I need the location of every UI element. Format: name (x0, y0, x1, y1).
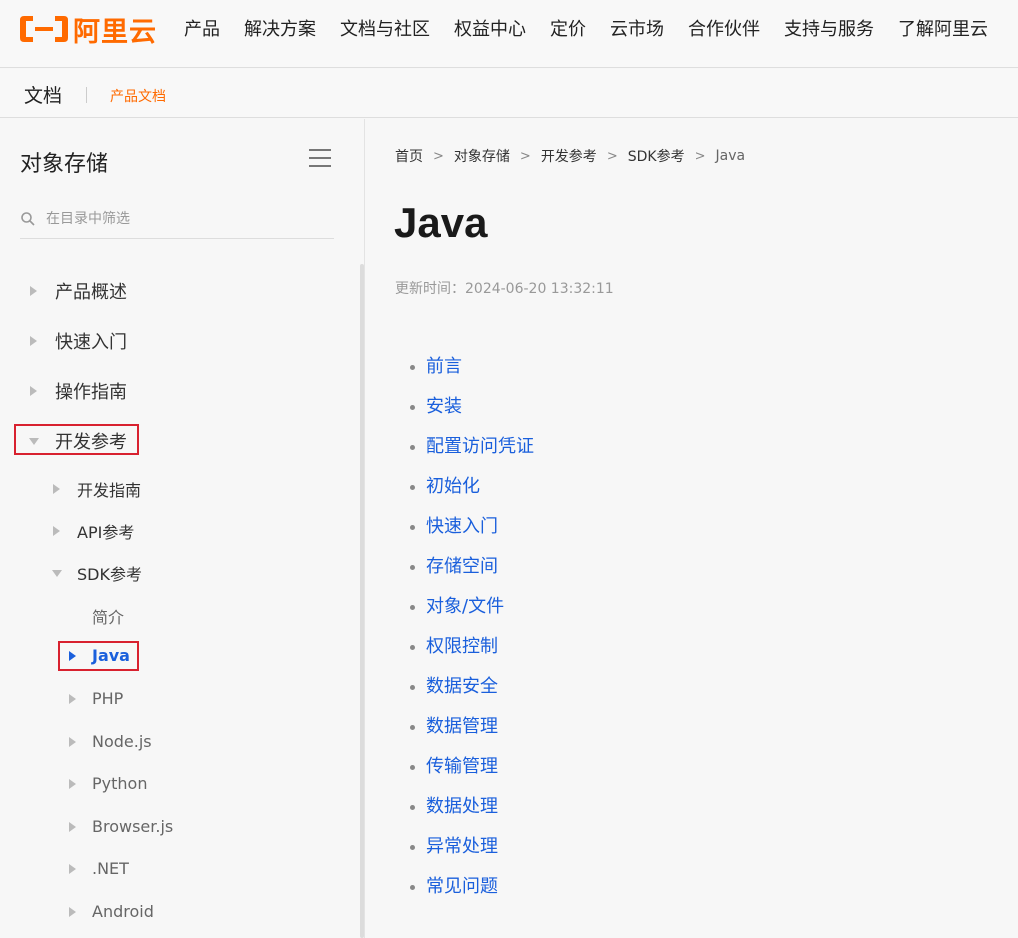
sidebar: 对象存储 产品概述 快速入门 操作指南 开发参考 开发指南 API参考 SDK参… (0, 119, 365, 938)
main-content: 首页 > 对象存储 > 开发参考 > SDK参考 > Java Java 更新时… (366, 119, 1018, 938)
sidebar-item-php[interactable]: PHP (69, 689, 123, 708)
toc-link[interactable]: 配置访问凭证 (410, 429, 534, 469)
aliyun-logo-icon (20, 16, 68, 42)
breadcrumb-dev-reference[interactable]: 开发参考 (541, 146, 597, 166)
breadcrumb-sdk-reference[interactable]: SDK参考 (628, 146, 685, 166)
aliyun-logo[interactable]: 阿里云 (19, 12, 157, 48)
sidebar-item-python[interactable]: Python (69, 774, 147, 793)
chevron-right-icon: > (606, 148, 618, 164)
updated-time: 更新时间：2024-06-20 13:32:11 (395, 281, 614, 297)
table-of-contents: 前言 安装 配置访问凭证 初始化 快速入门 存储空间 对象/文件 权限控制 数据… (410, 349, 534, 909)
sidebar-item-android[interactable]: Android (69, 902, 154, 921)
caret-down-icon (52, 569, 62, 577)
top-navigation: 阿里云 产品 解决方案 文档与社区 权益中心 定价 云市场 合作伙伴 支持与服务… (0, 0, 1018, 68)
sidebar-item-browserjs[interactable]: Browser.js (69, 817, 173, 836)
caret-right-icon (69, 906, 76, 917)
highlight-box (58, 641, 139, 671)
toc-link[interactable]: 异常处理 (410, 829, 534, 869)
sidebar-item-intro[interactable]: 简介 (92, 604, 124, 628)
sidebar-item-label: SDK参考 (77, 565, 142, 584)
sidebar-item-product-overview[interactable]: 产品概述 (30, 278, 127, 304)
sidebar-item-label: 操作指南 (55, 382, 127, 403)
caret-right-icon (30, 286, 37, 296)
docs-subbar: 文档 产品文档 (0, 69, 1018, 118)
toc-link[interactable]: 快速入门 (410, 509, 534, 549)
nav-item-products[interactable]: 产品 (184, 15, 220, 41)
breadcrumb-home[interactable]: 首页 (395, 146, 423, 166)
sidebar-item-nodejs[interactable]: Node.js (69, 732, 152, 751)
sidebar-filter-input[interactable] (46, 209, 326, 229)
hamburger-menu-icon[interactable] (309, 149, 331, 169)
caret-right-icon (69, 736, 76, 747)
sidebar-item-label: 快速入门 (55, 332, 127, 353)
page-title: Java (394, 199, 488, 246)
sidebar-item-label: 产品概述 (55, 282, 127, 303)
nav-item-partners[interactable]: 合作伙伴 (688, 15, 760, 41)
toc-link[interactable]: 数据安全 (410, 669, 534, 709)
sidebar-title: 对象存储 (20, 152, 109, 177)
toc-link[interactable]: 初始化 (410, 469, 534, 509)
breadcrumb-current: Java (715, 148, 746, 164)
caret-right-icon (53, 484, 60, 494)
sidebar-item-quick-start[interactable]: 快速入门 (30, 328, 127, 354)
subbar-divider (86, 87, 87, 103)
sidebar-item-label: Python (92, 774, 148, 793)
toc-link[interactable]: 安装 (410, 389, 534, 429)
toc-link[interactable]: 存储空间 (410, 549, 534, 589)
main-nav: 产品 解决方案 文档与社区 权益中心 定价 云市场 合作伙伴 支持与服务 了解阿… (184, 0, 1018, 56)
sidebar-item-label: 开发指南 (77, 481, 142, 500)
docs-title[interactable]: 文档 (24, 81, 62, 108)
nav-item-benefits[interactable]: 权益中心 (454, 15, 526, 41)
sidebar-item-label: PHP (92, 689, 124, 708)
caret-right-icon (69, 693, 76, 704)
breadcrumb-oss[interactable]: 对象存储 (454, 146, 510, 166)
caret-right-icon (30, 336, 37, 346)
nav-item-about[interactable]: 了解阿里云 (898, 15, 988, 41)
toc-link[interactable]: 对象/文件 (410, 589, 534, 629)
toc-link[interactable]: 传输管理 (410, 749, 534, 789)
sidebar-item-label: Browser.js (92, 817, 174, 836)
sidebar-item-label: Node.js (92, 732, 152, 751)
toc-link[interactable]: 权限控制 (410, 629, 534, 669)
sidebar-item-label: 简介 (92, 608, 125, 627)
sidebar-item-label: API参考 (77, 523, 135, 542)
caret-right-icon (69, 821, 76, 832)
logo-text: 阿里云 (73, 16, 157, 48)
toc-link[interactable]: 数据管理 (410, 709, 534, 749)
sidebar-search (20, 201, 334, 239)
search-icon (21, 212, 35, 226)
caret-right-icon (69, 863, 76, 874)
sidebar-item-label: Android (92, 902, 154, 921)
sidebar-item-operation-guide[interactable]: 操作指南 (30, 378, 127, 404)
toc-link[interactable]: 数据处理 (410, 789, 534, 829)
nav-item-solutions[interactable]: 解决方案 (244, 15, 316, 41)
chevron-right-icon: > (519, 148, 531, 164)
caret-right-icon (53, 526, 60, 536)
nav-item-support[interactable]: 支持与服务 (784, 15, 874, 41)
chevron-right-icon: > (694, 148, 706, 164)
highlight-box (14, 424, 139, 455)
breadcrumb: 首页 > 对象存储 > 开发参考 > SDK参考 > Java (395, 146, 745, 166)
nav-item-pricing[interactable]: 定价 (550, 15, 586, 41)
toc-link[interactable]: 常见问题 (410, 869, 534, 909)
product-docs-link[interactable]: 产品文档 (110, 86, 166, 106)
caret-right-icon (69, 778, 76, 789)
nav-item-marketplace[interactable]: 云市场 (610, 15, 664, 41)
sidebar-item-dotnet[interactable]: .NET (69, 859, 129, 878)
sidebar-item-sdk-reference[interactable]: SDK参考 (52, 561, 142, 585)
sidebar-item-dev-guide[interactable]: 开发指南 (53, 477, 141, 501)
sidebar-item-label: .NET (92, 859, 129, 878)
toc-link[interactable]: 前言 (410, 349, 534, 389)
sidebar-scrollbar[interactable] (360, 264, 364, 938)
caret-right-icon (30, 386, 37, 396)
chevron-right-icon: > (433, 148, 444, 164)
nav-item-docs-community[interactable]: 文档与社区 (340, 15, 430, 41)
sidebar-item-api-reference[interactable]: API参考 (53, 519, 134, 543)
